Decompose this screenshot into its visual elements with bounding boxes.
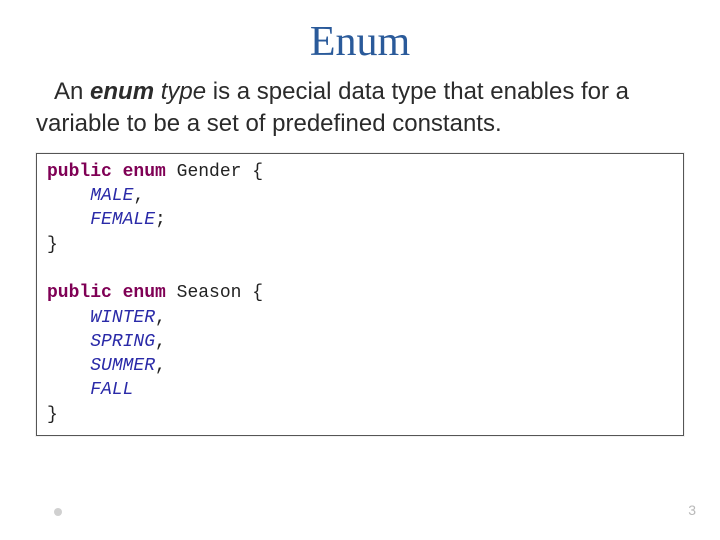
const-winter: WINTER	[90, 308, 155, 328]
text-type: type	[154, 78, 206, 105]
keyword-enum: enum	[90, 78, 154, 105]
text: An	[54, 78, 90, 105]
const-male: MALE	[90, 186, 133, 206]
const-fall: FALL	[90, 380, 133, 400]
code-block: public enum Gender { MALE, FEMALE; } pub…	[36, 153, 684, 436]
slide: Enum An enum type is a special data type…	[0, 0, 720, 540]
kw-public: public	[47, 162, 112, 182]
brace-close: }	[47, 235, 58, 255]
sep: ;	[155, 210, 166, 230]
intro-paragraph: An enum type is a special data type that…	[36, 76, 684, 141]
kw-enum: enum	[123, 162, 166, 182]
const-summer: SUMMER	[90, 356, 155, 376]
enum-name-gender: Gender {	[166, 162, 263, 182]
sep: ,	[155, 308, 166, 328]
const-female: FEMALE	[90, 210, 155, 230]
brace-close: }	[47, 405, 58, 425]
enum-name-season: Season {	[166, 283, 263, 303]
slide-title: Enum	[36, 18, 684, 66]
bullet-icon	[54, 508, 62, 516]
kw-public: public	[47, 283, 112, 303]
const-spring: SPRING	[90, 332, 155, 352]
kw-enum: enum	[123, 283, 166, 303]
sep: ,	[155, 332, 166, 352]
page-number: 3	[688, 502, 696, 518]
sep: ,	[155, 356, 166, 376]
sep: ,	[133, 186, 144, 206]
